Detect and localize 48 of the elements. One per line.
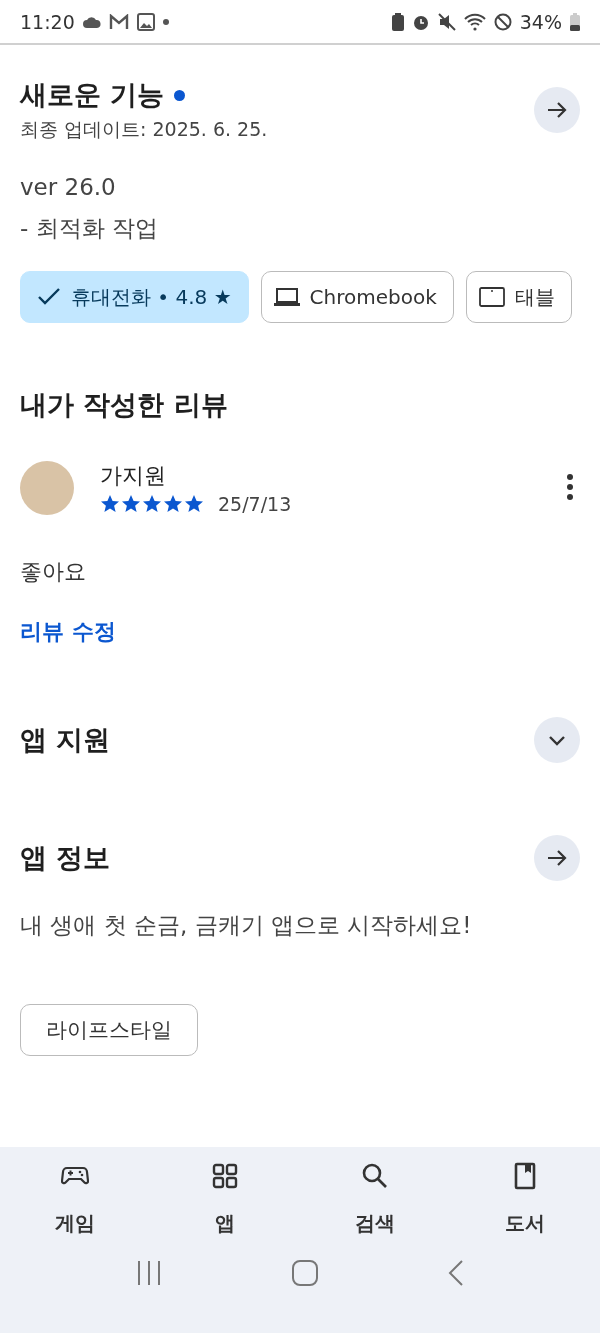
review-text: 좋아요 xyxy=(20,558,87,586)
star-icon xyxy=(163,494,183,514)
star-icon xyxy=(184,494,204,514)
recent-apps-icon[interactable] xyxy=(136,1260,162,1286)
dot-icon xyxy=(162,18,169,25)
device-chip[interactable]: Chromebook xyxy=(260,271,454,323)
arrow-button[interactable] xyxy=(534,835,580,881)
battery-percent: 34% xyxy=(519,10,562,33)
release-note-line: - 최적화 작업 xyxy=(20,214,159,243)
reviewer-name: 가지원 xyxy=(100,462,167,490)
edit-review-link[interactable]: 리뷰 수정 xyxy=(20,617,116,647)
arrow-button[interactable] xyxy=(534,87,580,133)
nav-tab[interactable]: 앱 xyxy=(150,1161,300,1238)
section-title: 앱 정보 xyxy=(20,841,111,875)
update-date: 최종 업데이트: 2025. 6. 25. xyxy=(20,117,268,142)
section-title: 내가 작성한 리뷰 xyxy=(20,388,229,422)
section-title: 앱 지원 xyxy=(20,723,111,757)
search-icon xyxy=(361,1162,389,1190)
star-icon xyxy=(121,494,141,514)
back-icon[interactable] xyxy=(448,1260,464,1286)
more-icon xyxy=(566,472,574,501)
clock-time: 11:20 xyxy=(20,10,75,33)
section-title: 새로운 기능 xyxy=(20,78,165,112)
mute-icon xyxy=(437,12,456,31)
image-icon xyxy=(136,12,155,31)
tablet-icon xyxy=(478,287,505,307)
nav-tab[interactable]: 검색 xyxy=(300,1161,450,1238)
nav-tab[interactable]: 도서 xyxy=(450,1161,600,1238)
battery-saver-icon xyxy=(391,12,404,31)
wifi-icon xyxy=(463,12,486,31)
star-icon xyxy=(142,494,162,514)
mail-icon xyxy=(108,13,129,30)
battery-icon xyxy=(570,12,580,31)
cloud-icon xyxy=(82,15,101,28)
blocked-icon xyxy=(493,12,512,31)
category-chip[interactable]: 라이프스타일 xyxy=(20,1004,198,1056)
star-icon xyxy=(100,494,120,514)
nav-tab[interactable]: 게임 xyxy=(0,1161,150,1238)
laptop-icon xyxy=(273,287,300,307)
expand-button[interactable] xyxy=(534,717,580,763)
avatar xyxy=(20,461,74,515)
release-note-line: ver 26.0 xyxy=(20,173,117,202)
device-chip[interactable]: 태블 xyxy=(465,271,572,323)
home-icon[interactable] xyxy=(292,1260,318,1286)
grid-icon xyxy=(211,1162,239,1190)
review-date: 25/7/13 xyxy=(218,493,292,515)
app-description: 내 생애 첫 순금, 금캐기 앱으로 시작하세요! xyxy=(20,911,473,940)
device-chip[interactable]: 휴대전화 • 4.8 ★ xyxy=(20,271,249,323)
